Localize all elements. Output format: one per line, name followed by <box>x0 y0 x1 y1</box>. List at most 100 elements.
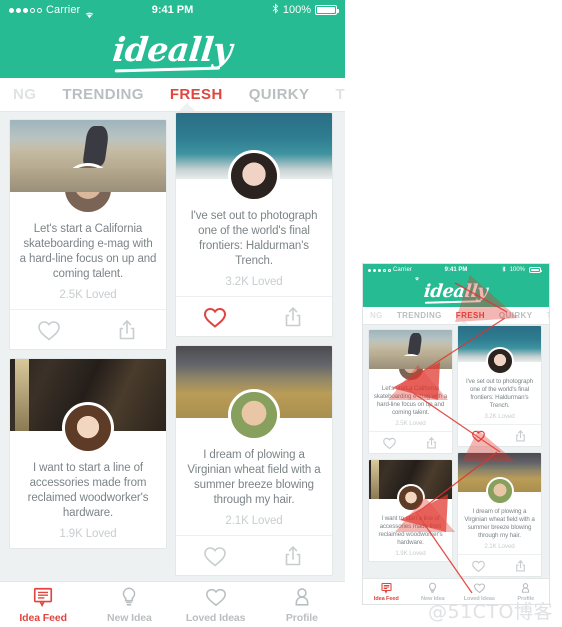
share-icon[interactable] <box>513 559 528 573</box>
status-bar: Carrier 9:41 PM 100% <box>363 264 549 281</box>
tab-ng[interactable]: NG <box>0 86 49 103</box>
category-tab-bar: NG TRENDING FRESH QUIRKY TECH <box>0 78 345 112</box>
person-icon <box>519 581 532 594</box>
ocean-beach-photo <box>176 113 332 202</box>
app-logo: ideally <box>111 29 234 69</box>
avatar <box>228 389 280 441</box>
share-icon[interactable] <box>280 544 306 568</box>
tab-fresh[interactable]: FRESH <box>449 311 492 320</box>
tab-tech[interactable]: TECH <box>322 86 345 103</box>
bottom-tab-idea-feed[interactable]: Idea Feed <box>363 581 410 602</box>
active-tab-pointer-icon <box>178 103 196 111</box>
app-logo: ideally <box>423 281 489 302</box>
idea-card-photography[interactable]: I've set out to photograph one of the wo… <box>175 112 333 337</box>
idea-card-woodworker[interactable]: I want to start a line of accessories ma… <box>368 459 453 562</box>
idea-card-actions <box>458 424 541 446</box>
idea-card-wheatfield[interactable]: I dream of plowing a Virginian wheat fie… <box>457 452 542 577</box>
idea-card-actions <box>10 309 166 349</box>
idea-text: I dream of plowing a Virginian wheat fie… <box>187 449 321 506</box>
heart-icon[interactable] <box>202 305 228 329</box>
tab-tech[interactable]: TECH <box>539 311 549 320</box>
bluetooth-icon <box>502 265 506 274</box>
idea-card-actions <box>458 554 541 576</box>
share-icon[interactable] <box>513 429 528 443</box>
tab-trending[interactable]: TRENDING <box>49 86 157 103</box>
tab-trending[interactable]: TRENDING <box>390 311 449 320</box>
skateboarding-photo <box>369 330 452 382</box>
lightbulb-icon <box>426 581 439 594</box>
idea-card-skateboarding[interactable]: Let's start a California skateboarding e… <box>9 119 167 350</box>
loved-count: 2.1K Loved <box>225 515 283 527</box>
phone-main-view: Carrier 9:41 PM 100% ideally NG TRENDING… <box>0 0 345 627</box>
avatar <box>62 163 114 215</box>
loved-count: 2.5K Loved <box>59 289 117 301</box>
idea-text: I've set out to photograph one of the wo… <box>465 378 534 409</box>
phone-inset-view: Carrier 9:41 PM 100% ideally NG TRENDING… <box>363 264 549 604</box>
screenshot-stage: Carrier 9:41 PM 100% ideally NG TRENDING… <box>0 0 562 627</box>
share-icon[interactable] <box>280 305 306 329</box>
avatar <box>228 150 280 202</box>
idea-text: Let's start a California skateboarding e… <box>19 223 157 280</box>
avatar <box>485 347 514 375</box>
idea-card-skateboarding[interactable]: Let's start a California skateboarding e… <box>368 329 453 454</box>
battery-percent-label: 100% <box>509 267 525 273</box>
bottom-tab-new-idea[interactable]: New Idea <box>86 586 172 624</box>
loved-count: 3.2K Loved <box>225 276 283 288</box>
avatar <box>485 477 514 505</box>
wheat-field-photo <box>458 453 541 505</box>
feed-column-right: I've set out to photograph one of the wo… <box>175 112 333 581</box>
tab-fresh[interactable]: FRESH <box>157 86 236 103</box>
tab-quirky[interactable]: QUIRKY <box>236 86 323 103</box>
feed-column-left: Let's start a California skateboarding e… <box>368 329 453 567</box>
battery-full-icon <box>529 267 542 273</box>
speech-bubble-lines-icon <box>380 581 393 594</box>
idea-card-woodworker[interactable]: I want to start a line of accessories ma… <box>9 358 167 549</box>
idea-feed[interactable]: Let's start a California skateboarding e… <box>0 112 345 581</box>
heart-icon[interactable] <box>202 544 228 568</box>
heart-icon[interactable] <box>36 318 62 342</box>
brand-header: ideally <box>363 276 549 307</box>
idea-card-wheatfield[interactable]: I dream of plowing a Virginian wheat fie… <box>175 345 333 576</box>
loved-count: 1.9K Loved <box>395 550 426 557</box>
heart-icon[interactable] <box>471 429 486 443</box>
bottom-tab-bar: Idea Feed New Idea Loved Ideas Profile <box>0 581 345 627</box>
idea-card-actions <box>369 431 452 453</box>
battery-full-icon <box>315 5 339 15</box>
skateboarding-photo <box>10 120 166 215</box>
bluetooth-icon <box>272 3 279 17</box>
idea-card-photography[interactable]: I've set out to photograph one of the wo… <box>457 325 542 447</box>
heart-icon <box>203 586 229 610</box>
tab-quirky[interactable]: QUIRKY <box>492 311 540 320</box>
category-tab-bar: NG TRENDING FRESH QUIRKY TECH <box>363 307 549 325</box>
share-icon[interactable] <box>114 318 140 342</box>
workshop-tools-photo <box>10 359 166 454</box>
bottom-tab-loved-ideas[interactable]: Loved Ideas <box>173 586 259 624</box>
watermark: @51CTO博客 <box>427 601 553 623</box>
loved-count: 2.5K Loved <box>395 420 426 427</box>
loved-count: 2.1K Loved <box>484 543 515 550</box>
bottom-tab-label: New Idea <box>107 611 152 624</box>
loved-count: 3.2K Loved <box>484 413 515 420</box>
bottom-tab-label: Loved Ideas <box>185 611 246 624</box>
heart-icon[interactable] <box>382 436 397 450</box>
idea-card-actions <box>176 296 332 336</box>
idea-text: I've set out to photograph one of the wo… <box>190 210 318 267</box>
avatar <box>396 354 425 382</box>
share-icon[interactable] <box>424 436 439 450</box>
feed-column-right: I've set out to photograph one of the wo… <box>457 325 542 578</box>
bottom-tab-profile[interactable]: Profile <box>259 586 345 624</box>
wheat-field-photo <box>176 346 332 441</box>
battery-percent-label: 100% <box>282 4 311 16</box>
idea-feed[interactable]: Let's start a California skateboarding e… <box>363 325 549 578</box>
bottom-tab-label: Idea Feed <box>373 596 399 602</box>
heart-icon[interactable] <box>471 559 486 573</box>
tab-ng[interactable]: NG <box>363 311 390 320</box>
idea-text: I want to start a line of accessories ma… <box>378 515 443 546</box>
ocean-beach-photo <box>458 326 541 375</box>
speech-bubble-lines-icon <box>30 586 56 610</box>
bottom-tab-label: Idea Feed <box>19 611 67 624</box>
status-bar: Carrier 9:41 PM 100% <box>0 0 345 20</box>
bottom-tab-idea-feed[interactable]: Idea Feed <box>0 586 86 624</box>
lightbulb-icon <box>116 586 142 610</box>
avatar <box>62 402 114 454</box>
